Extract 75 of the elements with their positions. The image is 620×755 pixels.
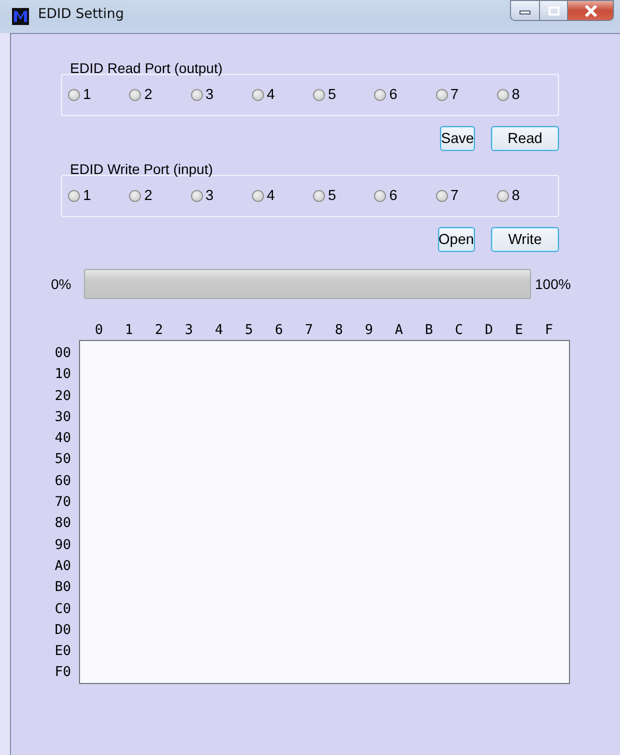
row-header: A0 (54, 556, 71, 576)
row-header: 10 (54, 365, 71, 384)
port-radio[interactable]: 8 (496, 87, 558, 103)
radio-circle[interactable] (313, 89, 325, 101)
row-header: 00 (54, 344, 71, 363)
column-header: C (454, 321, 464, 339)
port-radio[interactable]: 4 (252, 87, 313, 103)
column-header: A (394, 321, 404, 339)
radio-circle[interactable] (68, 190, 80, 202)
column-header: 2 (154, 321, 164, 339)
radio-circle[interactable] (129, 190, 142, 202)
row-header: 20 (54, 386, 71, 406)
column-header: 9 (364, 321, 374, 339)
window-title: EDID Setting (38, 6, 124, 22)
port-radio[interactable]: 2 (129, 188, 190, 204)
row-header: 90 (54, 536, 71, 555)
column-header: E (514, 321, 524, 339)
radio-circle[interactable] (436, 89, 448, 101)
group-label: EDID Read Port (output) (70, 60, 223, 76)
app-icon (12, 8, 29, 25)
row-header: C0 (54, 600, 71, 619)
row-header: F0 (54, 663, 71, 682)
port-radio[interactable]: 4 (252, 188, 313, 204)
maximize-icon (548, 6, 560, 16)
column-header: 5 (244, 321, 254, 339)
port-radio[interactable]: 1 (68, 188, 130, 204)
row-header: 40 (54, 429, 71, 448)
radio-circle[interactable] (374, 190, 386, 202)
row-header: 50 (54, 450, 71, 470)
radio-circle[interactable] (252, 190, 264, 202)
radio-circle[interactable] (68, 89, 80, 101)
port-radio[interactable]: 8 (496, 188, 558, 204)
radio-circle[interactable] (436, 190, 448, 202)
column-header: 8 (334, 321, 344, 339)
radio-circle[interactable] (252, 89, 264, 101)
radio-circle[interactable] (190, 190, 202, 202)
minimize-button[interactable] (510, 0, 540, 21)
radio-circle[interactable] (190, 89, 202, 101)
port-radio[interactable]: 6 (374, 188, 436, 204)
progress-label: 0% (51, 276, 72, 292)
close-button[interactable] (568, 0, 614, 21)
port-radio[interactable]: 2 (129, 87, 190, 103)
column-header: 1 (124, 321, 134, 339)
radio-circle[interactable] (129, 89, 142, 101)
column-header: 6 (274, 321, 284, 339)
progress-label: 100% (535, 276, 571, 292)
radio-circle[interactable] (496, 89, 509, 101)
radio-circle[interactable] (496, 190, 509, 202)
row-header: D0 (54, 620, 71, 640)
column-header: B (424, 321, 434, 339)
column-header: D (484, 321, 494, 339)
row-header: B0 (54, 578, 71, 598)
row-header: 30 (54, 408, 71, 427)
column-header: 3 (184, 321, 194, 339)
column-header: F (544, 321, 554, 339)
port-radio[interactable]: 5 (313, 188, 374, 204)
port-radio[interactable]: 3 (190, 188, 252, 204)
row-header: 60 (54, 472, 71, 491)
port-radio[interactable]: 6 (374, 87, 436, 103)
port-radio[interactable]: 5 (313, 87, 374, 103)
radio-circle[interactable] (313, 190, 325, 202)
row-header: E0 (54, 642, 71, 662)
column-header: 7 (304, 321, 314, 339)
port-radio[interactable]: 3 (190, 87, 252, 103)
group-label: EDID Write Port (input) (70, 161, 213, 177)
row-header: 70 (54, 493, 71, 512)
port-radio[interactable]: 7 (436, 188, 497, 204)
row-header: 80 (54, 514, 71, 534)
port-radio[interactable]: 7 (436, 87, 497, 103)
radio-circle[interactable] (374, 89, 386, 101)
column-header: 0 (94, 321, 104, 339)
close-icon (584, 4, 598, 16)
port-radio[interactable]: 1 (68, 87, 130, 103)
column-header: 4 (214, 321, 224, 339)
maximize-button[interactable] (540, 0, 568, 21)
